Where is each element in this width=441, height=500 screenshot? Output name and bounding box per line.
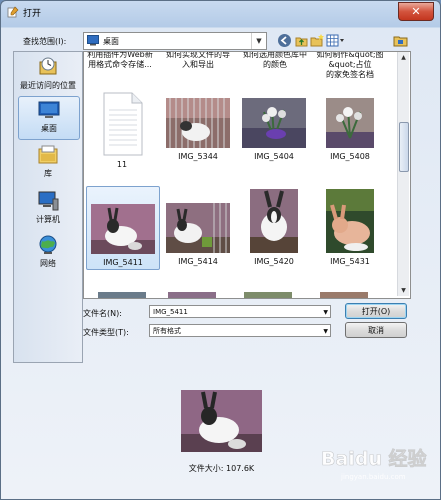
file-label: 如何实现文件的导 xyxy=(166,51,230,59)
file-name: IMG_5420 xyxy=(254,257,294,266)
file-name: IMG_5411 xyxy=(103,258,143,267)
network-icon xyxy=(39,235,57,254)
place-recent[interactable]: 最近访问的位置 xyxy=(18,54,78,96)
image-thumbnail xyxy=(91,204,155,254)
image-thumbnail xyxy=(326,189,374,253)
image-thumbnail xyxy=(320,292,368,298)
filename-value: IMG_5411 xyxy=(153,308,188,316)
file-name: IMG_5414 xyxy=(178,257,218,266)
list-item[interactable]: IMG_5414 xyxy=(162,203,234,267)
list-item[interactable]: IMG_5344 xyxy=(162,98,234,162)
place-label: 计算机 xyxy=(36,215,60,224)
file-label: 的家免签名档 xyxy=(326,70,374,79)
list-item[interactable]: 11 xyxy=(86,92,158,170)
file-name: IMG_5431 xyxy=(330,257,370,266)
image-thumbnail xyxy=(250,189,298,253)
desktop-folder-icon[interactable] xyxy=(393,33,408,48)
close-icon: ✕ xyxy=(411,5,421,18)
image-thumbnail xyxy=(326,98,374,148)
place-label: 网络 xyxy=(40,259,56,268)
lookin-value: 桌面 xyxy=(103,37,119,46)
file-label: 利用插件为Web新 xyxy=(87,51,153,59)
image-thumbnail xyxy=(168,292,216,298)
file-list[interactable]: 利用插件为Web新 用格式命令存储... 如何实现文件的导 入和导出 如何选用颜… xyxy=(83,51,411,299)
list-item[interactable]: IMG_5411 xyxy=(86,186,160,270)
place-network[interactable]: 网络 xyxy=(18,232,78,274)
list-item[interactable]: IMG_5404 xyxy=(238,98,310,162)
filetype-select[interactable]: 所有格式 ▼ xyxy=(149,324,331,337)
image-thumbnail xyxy=(166,203,230,253)
watermark: Baidu 经验 jingyan.baidu.com xyxy=(317,435,429,487)
svg-text:Baidu 经验: Baidu 经验 xyxy=(321,447,428,470)
chevron-down-icon: ▼ xyxy=(251,33,266,49)
document-icon xyxy=(103,92,143,156)
filename-field[interactable]: IMG_5411 ▼ xyxy=(149,305,331,318)
place-computer[interactable]: 计算机 xyxy=(18,188,78,230)
baidu-logo: Baidu 经验 jingyan.baidu.com xyxy=(321,447,428,481)
list-item[interactable]: 利用插件为Web新 用格式命令存储... xyxy=(84,51,156,70)
place-label: 库 xyxy=(44,169,52,178)
svg-text:jingyan.baidu.com: jingyan.baidu.com xyxy=(340,473,406,481)
chevron-down-icon[interactable]: ▼ xyxy=(323,325,328,338)
file-label: 入和导出 xyxy=(182,60,214,69)
app-icon xyxy=(7,6,19,18)
desktop-icon xyxy=(38,101,60,118)
place-libraries[interactable]: 库 xyxy=(18,142,78,184)
file-name: 11 xyxy=(116,160,128,169)
view-menu-icon[interactable] xyxy=(326,33,346,48)
filetype-value: 所有格式 xyxy=(153,327,181,335)
list-item[interactable]: IMG_5408 xyxy=(314,98,386,162)
list-item[interactable]: 如何选用颜色库中 的颜色 xyxy=(239,51,311,70)
file-name: IMG_5408 xyxy=(330,152,370,161)
filename-label: 文件名(N): xyxy=(83,309,122,318)
up-folder-icon[interactable] xyxy=(294,33,309,48)
filetype-label: 文件类型(T): xyxy=(83,328,129,337)
image-thumbnail xyxy=(244,292,292,298)
image-thumbnail xyxy=(166,98,230,148)
libraries-icon xyxy=(38,145,58,164)
scroll-down-icon[interactable]: ▼ xyxy=(398,285,409,296)
file-label: 的颜色 xyxy=(263,60,287,69)
vertical-scrollbar[interactable]: ▲ ▼ xyxy=(397,52,409,296)
image-thumbnail xyxy=(242,98,306,148)
computer-icon xyxy=(38,191,59,211)
scroll-up-icon[interactable]: ▲ xyxy=(398,52,409,63)
chevron-down-icon[interactable]: ▼ xyxy=(323,306,328,319)
window-title: 打开 xyxy=(23,9,42,19)
image-thumbnail xyxy=(98,292,146,298)
image-preview xyxy=(181,390,262,452)
title-bar: 打开 ✕ xyxy=(1,1,440,25)
place-label: 桌面 xyxy=(41,124,57,133)
lookin-combo[interactable]: 桌面 ▼ xyxy=(83,32,267,50)
file-label: 用格式命令存储... xyxy=(88,60,152,69)
list-item[interactable]: 如何制作&quot;图&quot;占位 的家免签名档 xyxy=(314,51,386,79)
back-icon[interactable] xyxy=(277,33,292,48)
list-item[interactable]: IMG_5420 xyxy=(238,187,310,267)
list-item[interactable]: IMG_5431 xyxy=(314,187,386,267)
open-button[interactable]: 打开(O) xyxy=(345,303,407,319)
lookin-label: 查找范围(I): xyxy=(23,37,67,46)
file-label: 如何选用颜色库中 xyxy=(243,51,307,59)
file-name: IMG_5404 xyxy=(254,152,294,161)
places-bar: 最近访问的位置 桌面 库 计算机 网络 xyxy=(13,51,83,363)
scroll-thumb[interactable] xyxy=(399,122,409,172)
place-desktop[interactable]: 桌面 xyxy=(18,96,80,140)
recent-places-icon xyxy=(39,57,57,75)
open-dialog: 打开 ✕ 查找范围(I): 桌面 ▼ 最近访问的位置 桌面 库 计算机 网络 利… xyxy=(0,0,441,500)
close-button[interactable]: ✕ xyxy=(398,2,434,21)
file-name: IMG_5344 xyxy=(178,152,218,161)
desktop-folder-icon xyxy=(87,35,99,46)
new-folder-icon[interactable] xyxy=(310,33,325,48)
list-item[interactable]: 如何实现文件的导 入和导出 xyxy=(162,51,234,70)
place-label: 最近访问的位置 xyxy=(20,81,76,90)
file-label: 如何制作&quot;图&quot;占位 xyxy=(316,51,384,69)
cancel-button[interactable]: 取消 xyxy=(345,322,407,338)
